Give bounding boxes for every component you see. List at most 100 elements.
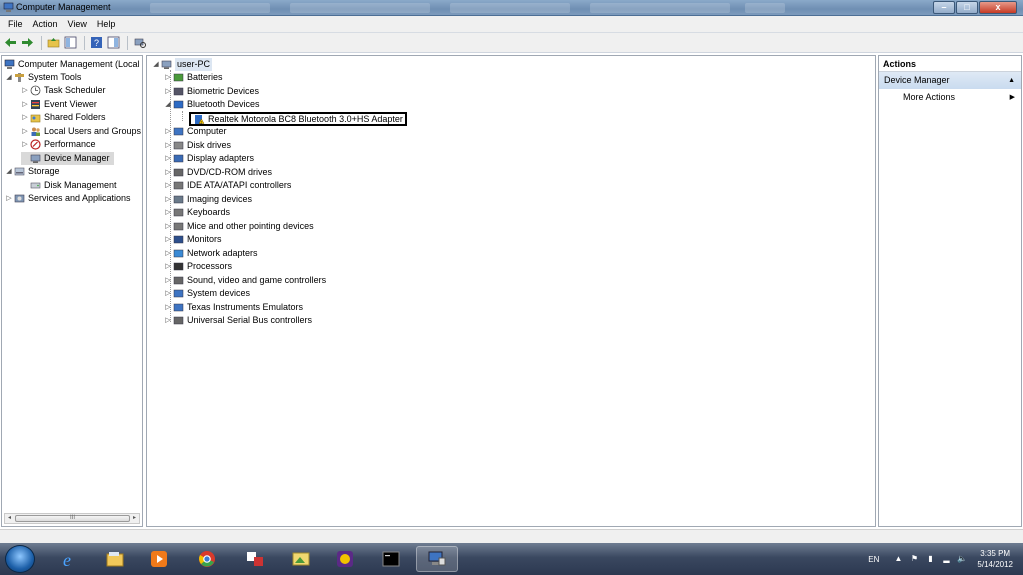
device-category-biometric-devices[interactable]: ▷ Biometric Devices (164, 85, 259, 98)
expand-arrow-icon[interactable]: ▷ (21, 138, 29, 151)
device-category-system-devices[interactable]: ▷ System devices (164, 287, 250, 300)
device-category-texas-instruments-emulators[interactable]: ▷ Texas Instruments Emulators (164, 301, 303, 314)
tree-item-services[interactable]: ▷ Services and Applications (5, 192, 130, 205)
device-category-network-adapters[interactable]: ▷ Network adapters (164, 247, 257, 260)
device-category-display-adapters[interactable]: ▷ Display adapters (164, 152, 254, 165)
clock[interactable]: 3:35 PM 5/14/2012 (977, 548, 1013, 570)
device-category-keyboards[interactable]: ▷ Keyboards (164, 206, 230, 219)
expand-arrow-icon[interactable]: ▷ (164, 139, 172, 152)
device-category-bluetooth-devices[interactable]: ◢ Bluetooth Devices (164, 98, 259, 111)
expand-arrow-icon[interactable]: ▷ (164, 206, 172, 219)
tree-item-task-scheduler[interactable]: ▷ Task Scheduler (21, 84, 106, 97)
expand-arrow-icon[interactable]: ▷ (164, 125, 172, 138)
show-hidden-icons-icon[interactable]: ▲ (893, 554, 903, 564)
tree-item-disk-management[interactable]: Disk Management (21, 179, 117, 192)
tree-item-performance[interactable]: ▷ Performance (21, 138, 96, 151)
tree-item-device-manager[interactable]: Device Manager (21, 152, 114, 165)
tree-item-storage[interactable]: ◢ Storage (5, 165, 59, 178)
tree-item-local-users[interactable]: ▷ Local Users and Groups (21, 125, 141, 138)
scroll-right-arrow-icon[interactable]: ▸ (130, 514, 139, 523)
device-category-mice-and-other-pointing-devices[interactable]: ▷ Mice and other pointing devices (164, 220, 313, 233)
taskbar-explorer-button[interactable] (94, 546, 136, 572)
language-indicator[interactable]: EN (868, 555, 879, 564)
expand-arrow-icon[interactable]: ▷ (164, 152, 172, 165)
tree-item-shared-folders[interactable]: ▷ Shared Folders (21, 111, 106, 124)
device-category-monitors[interactable]: ▷ Monitors (164, 233, 221, 246)
battery-icon[interactable]: ▮ (925, 554, 935, 564)
device-category-ide-ata-atapi-controllers[interactable]: ▷ IDE ATA/ATAPI controllers (164, 179, 291, 192)
close-button[interactable]: x (979, 1, 1017, 14)
expand-arrow-icon[interactable]: ▷ (164, 314, 172, 327)
signal-icon[interactable]: ▂ (941, 554, 951, 564)
up-level-button[interactable] (46, 36, 61, 50)
expand-arrow-icon[interactable]: ▷ (164, 287, 172, 300)
expand-arrow-icon[interactable]: ▷ (21, 111, 29, 124)
collapse-arrow-icon[interactable]: ◢ (164, 98, 172, 111)
collapse-arrow-icon[interactable]: ◢ (5, 165, 13, 178)
expand-arrow-icon[interactable]: ▷ (164, 301, 172, 314)
volume-muted-icon[interactable]: 🔈 (957, 554, 967, 564)
tree-item-event-viewer[interactable]: ▷ Event Viewer (21, 98, 97, 111)
menu-action[interactable]: Action (28, 19, 63, 29)
scroll-thumb[interactable]: III (15, 515, 130, 522)
device-category-processors[interactable]: ▷ Processors (164, 260, 232, 273)
taskbar-media-player-button[interactable] (138, 546, 180, 572)
action-pane-button[interactable] (106, 36, 121, 50)
expand-arrow-icon[interactable]: ▷ (164, 85, 172, 98)
device-category-batteries[interactable]: ▷ Batteries (164, 71, 222, 84)
taskbar-chrome-button[interactable] (186, 546, 228, 572)
scroll-left-arrow-icon[interactable]: ◂ (5, 514, 14, 523)
minimize-button[interactable]: – (933, 1, 955, 14)
actions-section-device-manager[interactable]: Device Manager ▲ (879, 72, 1021, 89)
expand-arrow-icon[interactable]: ▷ (164, 166, 172, 179)
expand-arrow-icon[interactable]: ▷ (164, 260, 172, 273)
tree-root-computer-management[interactable]: Computer Management (Local (3, 58, 140, 71)
collapse-arrow-icon[interactable]: ◢ (152, 58, 160, 71)
back-button[interactable] (3, 36, 18, 50)
device-category-dvd-cd-rom-drives[interactable]: ▷ DVD/CD-ROM drives (164, 166, 272, 179)
expand-arrow-icon[interactable]: ▷ (164, 274, 172, 287)
expand-arrow-icon[interactable]: ▷ (21, 98, 29, 111)
device-category-sound-video-and-game-controllers[interactable]: ▷ Sound, video and game controllers (164, 274, 326, 287)
horizontal-scrollbar[interactable]: ◂ III ▸ (4, 513, 140, 524)
expand-arrow-icon[interactable]: ▷ (5, 192, 13, 205)
tree-item-system-tools[interactable]: ◢ System Tools (5, 71, 81, 84)
help-button[interactable]: ? (89, 36, 104, 50)
scan-hardware-button[interactable] (132, 36, 147, 50)
start-button[interactable] (5, 545, 35, 573)
collapse-arrow-icon[interactable]: ◢ (5, 71, 13, 84)
expand-arrow-icon[interactable]: ▷ (164, 71, 172, 84)
expand-arrow-icon[interactable]: ▷ (21, 125, 29, 138)
expand-arrow-icon[interactable]: ▷ (164, 233, 172, 246)
expand-arrow-icon[interactable]: ▷ (21, 84, 29, 97)
menu-help[interactable]: Help (92, 19, 121, 29)
taskbar-ie-button[interactable]: e (46, 546, 88, 572)
taskbar-cmd-button[interactable] (370, 546, 412, 572)
expand-arrow-icon[interactable]: ▷ (164, 247, 172, 260)
more-actions-item[interactable]: More Actions ▶ (879, 89, 1021, 106)
taskbar-computer-management-button[interactable] (416, 546, 458, 572)
maximize-button[interactable]: □ (956, 1, 978, 14)
device-category-disk-drives[interactable]: ▷ Disk drives (164, 139, 231, 152)
taskbar-photos-button[interactable] (280, 546, 322, 572)
keyboard-icon (173, 208, 184, 217)
forward-button[interactable] (20, 36, 35, 50)
internet-explorer-icon: e (63, 550, 71, 569)
taskbar-remote-button[interactable] (234, 546, 276, 572)
device-category-computer[interactable]: ▷ Computer (164, 125, 226, 138)
expand-arrow-icon[interactable]: ▷ (164, 220, 172, 233)
show-hide-tree-button[interactable] (63, 36, 78, 50)
collapse-up-icon[interactable]: ▲ (1008, 72, 1015, 89)
expand-arrow-icon[interactable]: ▷ (164, 179, 172, 192)
taskbar-messenger-button[interactable] (324, 546, 366, 572)
expand-arrow-icon[interactable]: ▷ (164, 193, 172, 206)
device-category-universal-serial-bus-controllers[interactable]: ▷ Universal Serial Bus controllers (164, 314, 312, 327)
title-bar-ghost (450, 3, 570, 13)
device-category-imaging-devices[interactable]: ▷ Imaging devices (164, 193, 252, 206)
storage-icon (14, 167, 25, 176)
menu-view[interactable]: View (63, 19, 92, 29)
device-tree-root[interactable]: ◢ user-PC (152, 58, 213, 71)
bluetooth-adapter-row[interactable]: ! Realtek Motorola BC8 Bluetooth 3.0+HS … (189, 112, 407, 126)
menu-file[interactable]: File (3, 19, 28, 29)
flag-icon[interactable]: ⚑ (909, 554, 919, 564)
